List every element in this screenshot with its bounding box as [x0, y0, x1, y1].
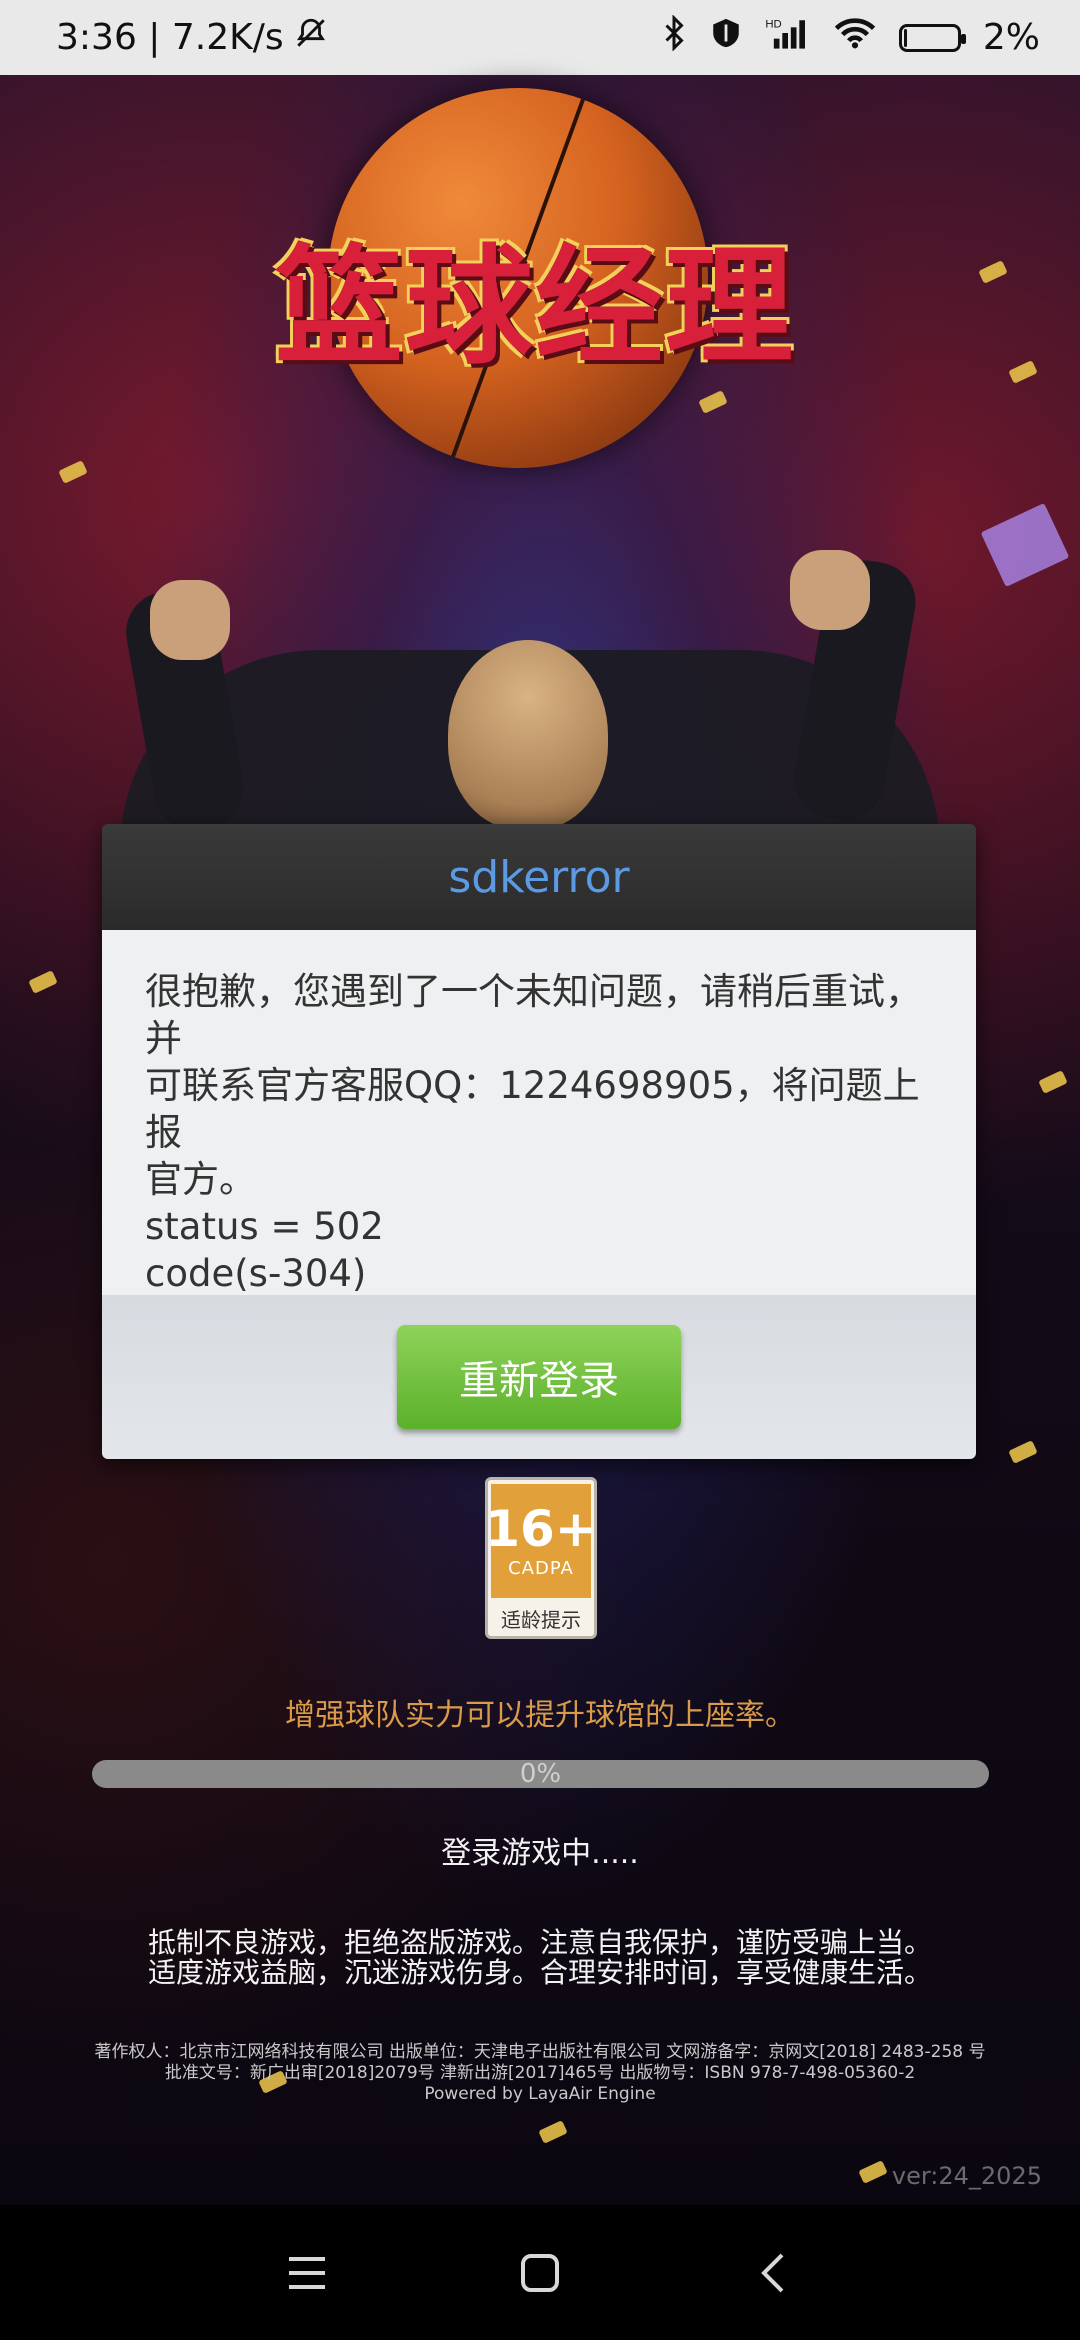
loading-status-text: 登录游戏中.....	[441, 1836, 639, 1871]
dialog-header: sdkerror	[102, 824, 976, 930]
copyright-info: 著作权人：北京市江网络科技有限公司 出版单位：天津电子出版社有限公司 文网游备字…	[0, 2042, 1080, 2105]
gameplay-tip: 增强球队实力可以提升球馆的上座率。	[285, 1698, 795, 1733]
shield-icon	[709, 16, 743, 59]
loading-progress-bar: 0%	[92, 1760, 989, 1788]
game-title-logo: 篮球经理	[274, 231, 795, 382]
wifi-icon	[833, 16, 877, 59]
dialog-footer: 重新登录	[102, 1295, 976, 1459]
dialog-code: code(s-304)	[145, 1252, 367, 1295]
copyright-line2: 批准文号：新广出审[2018]2079号 津新出游[2017]465号 出版物号…	[164, 2063, 916, 2083]
screen: 3:36 | 7.2K/s HD 2% 篮球经理 sdkerror 很抱歉，您遇…	[0, 0, 1080, 2340]
mute-icon	[294, 16, 328, 59]
age-rating-note: 适龄提示	[501, 1608, 581, 1632]
status-left: 3:36 | 7.2K/s	[56, 16, 328, 59]
age-rating-org: CADPA	[508, 1557, 574, 1579]
battery-percent: 2%	[982, 17, 1040, 58]
system-nav-bar	[0, 2205, 1080, 2340]
age-rating-number: 16+	[485, 1499, 597, 1558]
dialog-status: status = 502	[145, 1205, 384, 1248]
health-notice-line1: 抵制不良游戏，拒绝盗版游戏。注意自我保护，谨防受骗上当。	[147, 1926, 932, 1959]
health-notice-line2: 适度游戏益脑，沉迷游戏伤身。合理安排时间，享受健康生活。	[147, 1956, 932, 1989]
dialog-body: 很抱歉，您遇到了一个未知问题，请稍后重试，并 可联系官方客服QQ：1224698…	[102, 930, 976, 1295]
status-right: HD 2%	[661, 14, 1040, 60]
age-rating-top: 16+ CADPA	[485, 1484, 597, 1598]
right-fist	[790, 550, 870, 630]
copyright-line1: 著作权人：北京市江网络科技有限公司 出版单位：天津电子出版社有限公司 文网游备字…	[94, 2042, 986, 2062]
dialog-message-line3: 官方。	[145, 1158, 256, 1201]
dialog-message-line1: 很抱歉，您遇到了一个未知问题，请稍后重试，并	[145, 970, 922, 1060]
back-icon[interactable]	[743, 2243, 803, 2303]
menu-icon[interactable]	[277, 2243, 337, 2303]
battery-icon	[898, 23, 966, 52]
progress-label: 0%	[519, 1760, 562, 1788]
status-time-speed: 3:36 | 7.2K/s	[56, 17, 284, 58]
version-label: ver:24_2025	[891, 2162, 1042, 2190]
bluetooth-icon	[661, 14, 687, 60]
manager-head	[448, 640, 608, 830]
dialog-title: sdkerror	[448, 851, 630, 903]
home-icon[interactable]	[510, 2243, 570, 2303]
health-notice: 抵制不良游戏，拒绝盗版游戏。注意自我保护，谨防受骗上当。 适度游戏益脑，沉迷游戏…	[0, 1928, 1080, 1988]
hd-signal-icon: HD	[765, 16, 811, 59]
left-fist	[150, 580, 230, 660]
copyright-line3: Powered by LayaAir Engine	[424, 2084, 656, 2104]
error-dialog: sdkerror 很抱歉，您遇到了一个未知问题，请稍后重试，并 可联系官方客服Q…	[102, 824, 976, 1459]
age-rating-badge[interactable]: 16+ CADPA 适龄提示	[485, 1477, 597, 1639]
status-bar: 3:36 | 7.2K/s HD 2%	[0, 0, 1080, 75]
svg-text:HD: HD	[765, 18, 781, 30]
relogin-button[interactable]: 重新登录	[397, 1325, 681, 1429]
dialog-message-line2: 可联系官方客服QQ：1224698905，将问题上报	[145, 1064, 920, 1154]
